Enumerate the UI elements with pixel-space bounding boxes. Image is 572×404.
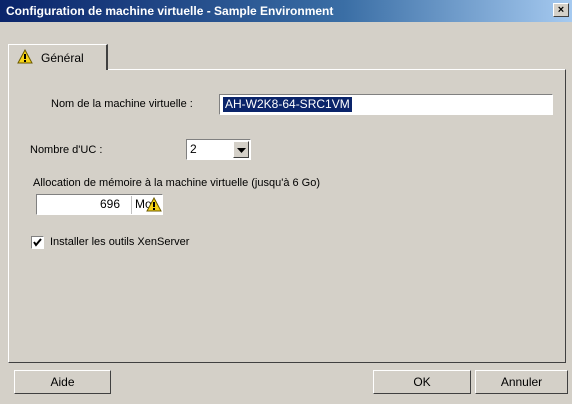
close-button[interactable]: × — [553, 3, 569, 17]
window-title: Configuration de machine virtuelle - Sam… — [6, 4, 334, 18]
title-bar: Configuration de machine virtuelle - Sam… — [0, 0, 572, 22]
memory-input[interactable]: 696 Mo — [36, 194, 163, 215]
vm-name-value: AH-W2K8-64-SRC1VM — [223, 97, 352, 112]
memory-value: 696 — [99, 197, 120, 211]
vm-name-input[interactable]: AH-W2K8-64-SRC1VM — [219, 94, 553, 115]
memory-label: Allocation de mémoire à la machine virtu… — [33, 177, 321, 189]
close-icon: × — [557, 4, 565, 16]
cpu-value: 2 — [190, 142, 197, 156]
install-tools-checkbox[interactable] — [31, 236, 44, 249]
cpu-label: Nombre d'UC : — [30, 144, 103, 156]
memory-warning-icon — [146, 196, 162, 215]
general-panel: Nom de la machine virtuelle : AH-W2K8-64… — [8, 69, 566, 363]
cpu-dropdown-button[interactable] — [233, 141, 249, 158]
help-button[interactable]: Aide — [14, 370, 111, 394]
tab-general[interactable]: Général — [8, 44, 108, 70]
ok-button[interactable]: OK — [373, 370, 471, 394]
memory-divider — [131, 196, 132, 214]
tab-general-label: Général — [41, 51, 84, 65]
cancel-button[interactable]: Annuler — [475, 370, 568, 394]
checkmark-icon — [33, 238, 42, 247]
cpu-select[interactable]: 2 — [186, 139, 251, 160]
vm-name-label: Nom de la machine virtuelle : — [51, 98, 193, 110]
warning-icon — [17, 48, 33, 67]
install-tools-label: Installer les outils XenServer — [50, 236, 190, 248]
chevron-down-icon — [237, 148, 246, 153]
